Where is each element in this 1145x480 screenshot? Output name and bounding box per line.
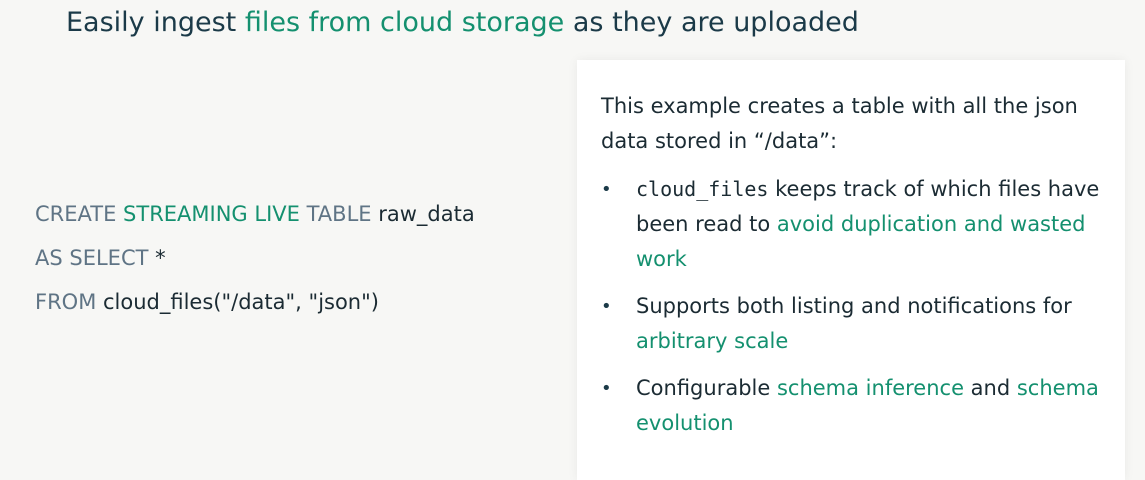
code-line-from: FROM cloud_files("/data", "json") bbox=[35, 280, 475, 324]
title-suffix: as they are uploaded bbox=[564, 7, 859, 38]
bullet-icon: • bbox=[601, 179, 612, 200]
feature-item-schema: • Configurable schema inference and sche… bbox=[577, 371, 1116, 441]
feature-accent: schema inference bbox=[776, 376, 964, 400]
table-name: raw_data bbox=[378, 202, 475, 226]
code-line-create: CREATE STREAMING LIVE TABLE raw_data bbox=[35, 192, 475, 236]
explanation-panel: This example creates a table with all th… bbox=[577, 60, 1125, 480]
feature-item-scale: • Supports both listing and notification… bbox=[577, 289, 1116, 359]
select-star: * bbox=[155, 246, 166, 270]
feature-text: Supports both listing and notifications … bbox=[636, 294, 1072, 318]
feature-accent: arbitrary scale bbox=[636, 329, 789, 353]
panel-intro: This example creates a table with all th… bbox=[601, 94, 1078, 153]
slide-title: Easily ingest files from cloud storage a… bbox=[66, 4, 859, 42]
title-prefix: Easily ingest bbox=[66, 7, 245, 38]
feature-text: Configurable bbox=[636, 376, 777, 400]
keyword-from: FROM bbox=[35, 290, 103, 314]
feature-item-tracking: • cloud_files keeps track of which files… bbox=[577, 172, 1116, 277]
keyword-streaming-live: STREAMING LIVE bbox=[123, 202, 300, 226]
keyword-table: TABLE bbox=[299, 202, 379, 226]
keyword-create: CREATE bbox=[35, 202, 124, 226]
feature-text-join: and bbox=[964, 376, 1017, 400]
bullet-icon: • bbox=[601, 378, 612, 399]
feature-list: • cloud_files keeps track of which files… bbox=[577, 172, 1116, 453]
code-line-select: AS SELECT * bbox=[35, 236, 475, 280]
from-source: cloud_files("/data", "json") bbox=[103, 290, 379, 314]
keyword-as-select: AS SELECT bbox=[35, 246, 156, 270]
function-name: cloud_files bbox=[636, 177, 769, 201]
title-highlight: files from cloud storage bbox=[244, 7, 565, 38]
bullet-icon: • bbox=[601, 296, 612, 317]
sql-code-block: CREATE STREAMING LIVE TABLE raw_data AS … bbox=[35, 192, 475, 324]
